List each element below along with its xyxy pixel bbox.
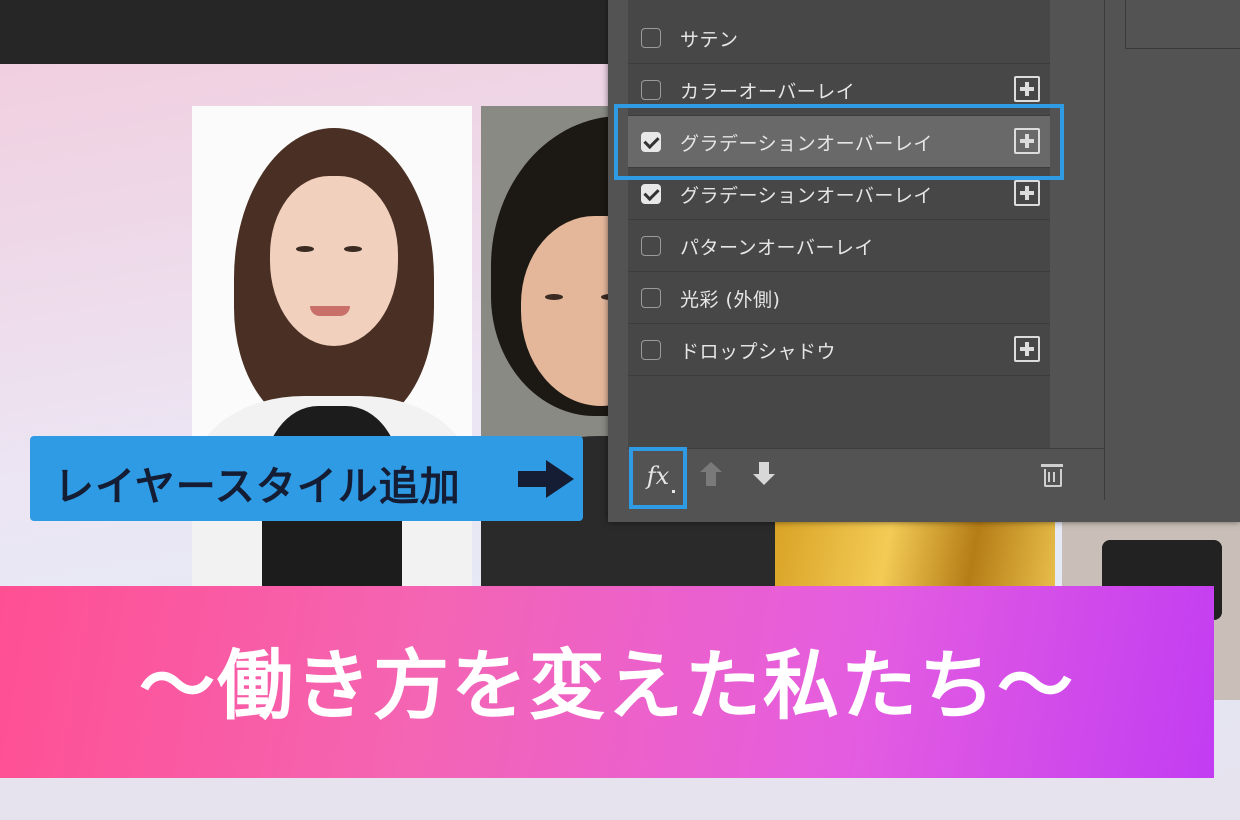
checkbox[interactable] [641,288,661,308]
add-effect-plus-icon[interactable] [1014,76,1040,102]
dropdown-indicator-icon [672,490,675,493]
checkbox[interactable] [641,80,661,100]
panel-footer [628,448,1104,501]
arrow-down-stem [759,462,769,474]
selection-highlight-frame [614,104,1064,180]
callout-label: レイヤースタイル追加 [30,436,583,521]
effects-list: サテン カラーオーバーレイ グラデーションオーバーレイ グラデーションオーバーレ… [628,0,1050,448]
effect-label: 光彩 (外側) [680,289,781,311]
fx-label: fx [646,462,670,490]
arrow-up-icon[interactable] [700,462,722,472]
effect-item-pattern-overlay[interactable]: パターンオーバーレイ [628,220,1050,272]
checkbox[interactable] [641,340,661,360]
arrow-up-stem [706,472,716,486]
effect-label: ドロップシャドウ [680,341,837,363]
title-banner: 〜働き方を変えた私たち〜 [0,586,1214,778]
effect-label: サテン [680,29,739,51]
layer-style-panel: サテン カラーオーバーレイ グラデーションオーバーレイ グラデーションオーバーレ… [608,0,1240,522]
effect-item-drop-shadow[interactable]: ドロップシャドウ [628,324,1050,376]
banner-title: 〜働き方を変えた私たち〜 [139,641,1075,730]
callout-text: レイヤースタイル追加 [54,464,461,510]
checkbox-checked[interactable] [641,184,661,204]
arrow-right-icon [518,460,574,498]
arrow-down-icon[interactable] [753,474,775,485]
food-photo [775,520,1055,590]
canvas-bottom-strip [0,778,1240,820]
checkbox[interactable] [641,236,661,256]
checkbox[interactable] [641,28,661,48]
effect-item-outer-glow[interactable]: 光彩 (外側) [628,272,1050,324]
trash-icon[interactable] [1041,464,1063,487]
effect-label: パターンオーバーレイ [680,237,874,259]
effect-label: グラデーションオーバーレイ [680,185,933,207]
preview-box [1125,0,1240,49]
add-effect-plus-icon[interactable] [1014,336,1040,362]
fx-button[interactable]: fx [629,447,687,509]
effect-item-satin[interactable]: サテン [628,12,1050,64]
preview-column [1104,0,1240,500]
add-effect-plus-icon[interactable] [1014,180,1040,206]
effect-label: カラーオーバーレイ [680,81,856,103]
